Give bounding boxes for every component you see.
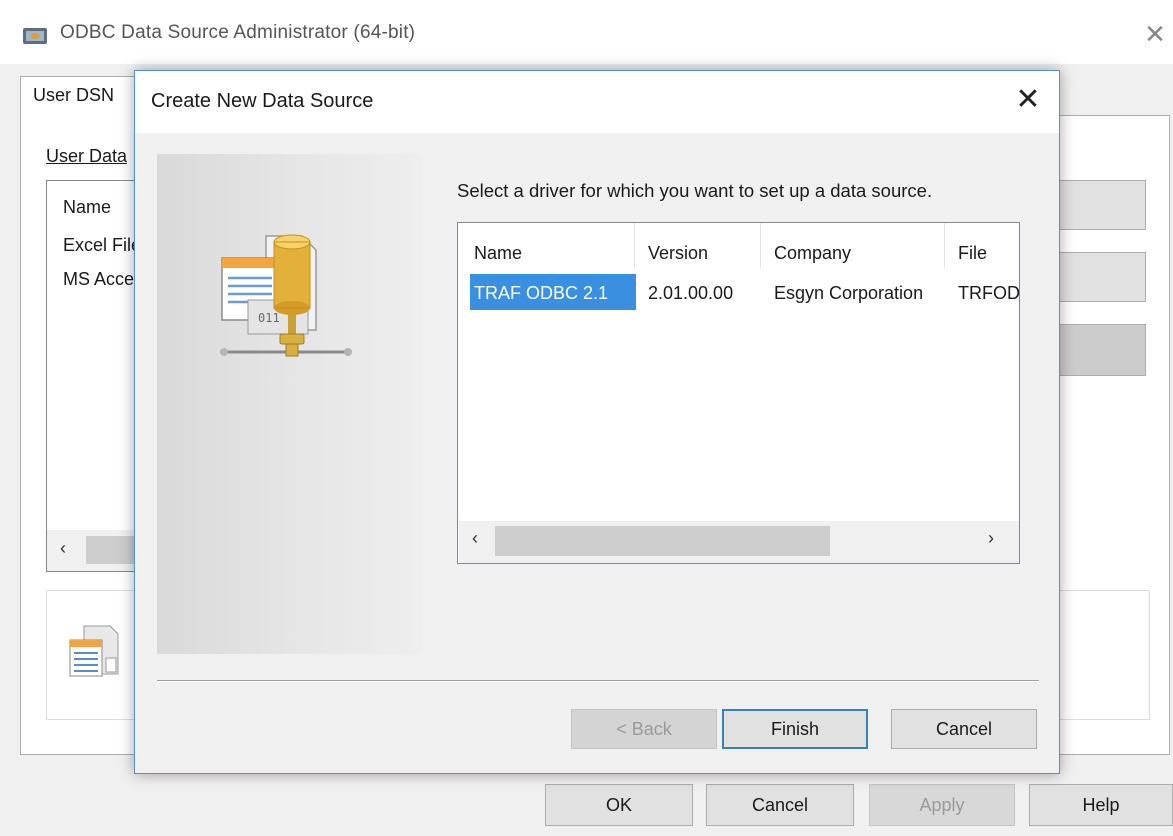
- finish-button[interactable]: Finish: [722, 709, 868, 749]
- column-separator[interactable]: [944, 223, 945, 269]
- parent-close-icon[interactable]: ✕: [1140, 16, 1170, 52]
- driver-file-cell[interactable]: TRFODBC1.DLL: [958, 283, 1019, 304]
- list-header-name[interactable]: Name: [63, 197, 111, 218]
- scroll-right-icon[interactable]: ›: [988, 528, 994, 549]
- dialog-cancel-button[interactable]: Cancel: [891, 709, 1037, 749]
- scroll-left-icon[interactable]: ‹: [472, 528, 478, 549]
- driver-name-cell[interactable]: TRAF ODBC 2.1: [474, 283, 608, 304]
- user-data-sources-label-text: User Data: [46, 146, 128, 166]
- user-data-sources-label: User Data: [46, 146, 127, 167]
- parent-scroll-left-icon[interactable]: ‹: [60, 538, 66, 559]
- database-wizard-icon: 011: [220, 234, 352, 357]
- dialog-close-icon[interactable]: ✕: [1010, 82, 1046, 118]
- driver-version-cell[interactable]: 2.01.00.00: [648, 283, 733, 304]
- dialog-separator: [157, 680, 1039, 681]
- tab-user-dsn-label: User DSN: [33, 85, 115, 105]
- back-button[interactable]: < Back: [571, 709, 717, 749]
- dialog-title: Create New Data Source: [151, 90, 374, 112]
- help-button[interactable]: Help: [1029, 784, 1173, 826]
- configure-button[interactable]: [1050, 324, 1146, 376]
- parent-cancel-button[interactable]: Cancel: [706, 784, 854, 826]
- driver-list-scroll-thumb[interactable]: [495, 526, 830, 556]
- remove-button[interactable]: [1050, 252, 1146, 302]
- column-separator[interactable]: [760, 223, 761, 269]
- parent-window-title: ODBC Data Source Administrator (64-bit): [60, 22, 416, 43]
- column-header-version[interactable]: Version: [648, 243, 708, 264]
- add-button[interactable]: [1050, 180, 1146, 230]
- instruction-text: Select a driver for which you want to se…: [457, 180, 933, 201]
- apply-button[interactable]: Apply: [869, 784, 1015, 826]
- column-separator[interactable]: [634, 223, 635, 269]
- database-document-icon: [69, 625, 119, 677]
- column-header-company[interactable]: Company: [774, 243, 851, 264]
- driver-list[interactable]: Name Version Company File TRAF ODBC 2.1 …: [457, 222, 1020, 564]
- odbc-app-icon: [23, 28, 47, 44]
- ok-button[interactable]: OK: [545, 784, 693, 826]
- column-header-name[interactable]: Name: [474, 243, 522, 264]
- column-header-file[interactable]: File: [958, 243, 987, 264]
- svg-text:011: 011: [258, 311, 280, 325]
- driver-company-cell[interactable]: Esgyn Corporation: [774, 283, 923, 304]
